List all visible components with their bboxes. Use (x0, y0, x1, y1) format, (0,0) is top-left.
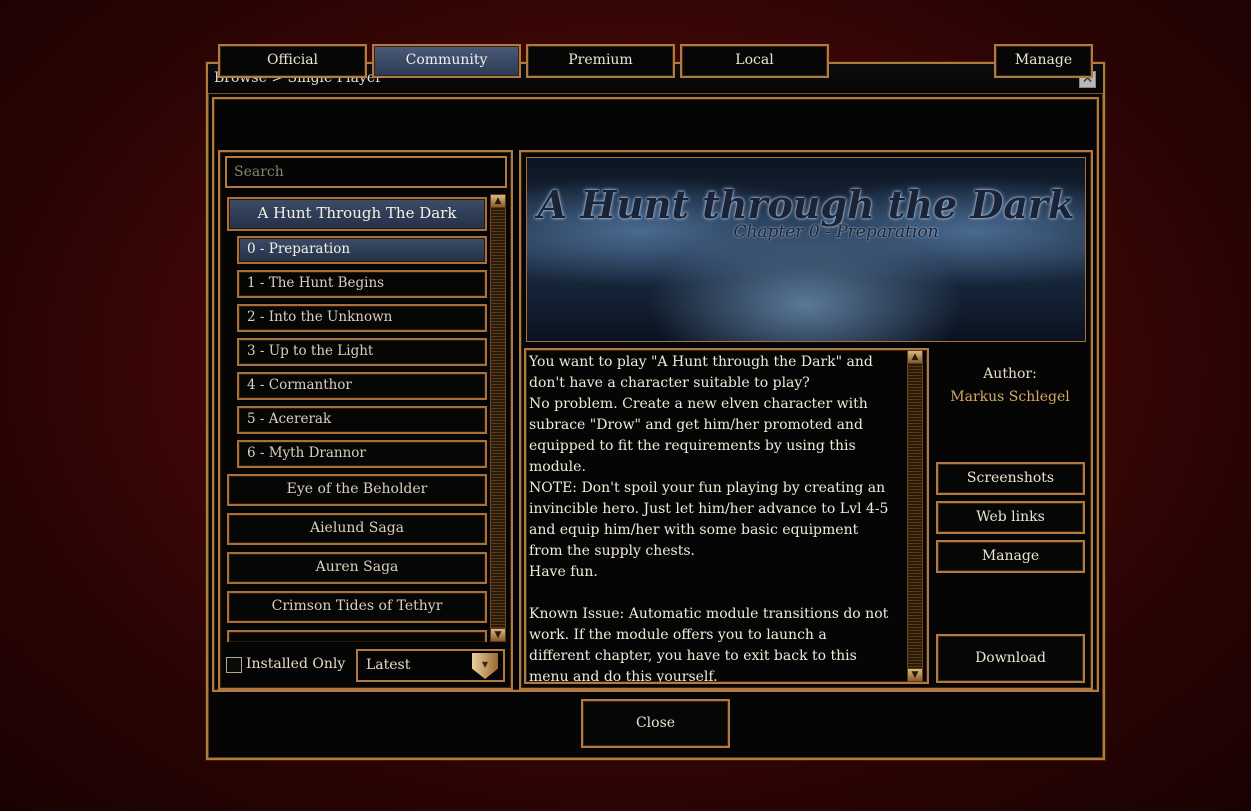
installed-only-checkbox[interactable] (226, 657, 242, 673)
banner-title: A Hunt through the Dark (537, 182, 1075, 227)
tab-community[interactable]: Community (372, 44, 521, 78)
search-input[interactable]: Search (225, 156, 507, 188)
sort-value: Latest (366, 657, 411, 673)
scroll-up-icon[interactable]: ▲ (490, 194, 506, 208)
scroll-down-icon[interactable]: ▼ (907, 668, 923, 682)
tab-local[interactable]: Local (680, 44, 829, 78)
manage-tab-button[interactable]: Manage (994, 44, 1093, 78)
chapter-item[interactable]: 1 - The Hunt Begins (237, 270, 487, 298)
description-text: You want to play "A Hunt through the Dar… (529, 354, 889, 684)
list-item[interactable]: Auren Saga (227, 552, 487, 584)
author-name: Markus Schlegel (950, 389, 1070, 405)
author-label: Author: (983, 366, 1037, 382)
sort-dropdown[interactable]: Latest ▾ (356, 649, 505, 682)
screenshots-button[interactable]: Screenshots (936, 462, 1085, 495)
chapter-item[interactable]: 5 - Acererak (237, 406, 487, 434)
scroll-down-icon[interactable]: ▼ (490, 628, 506, 642)
chapter-item[interactable]: 2 - Into the Unknown (237, 304, 487, 332)
chapter-item[interactable]: 6 - Myth Drannor (237, 440, 487, 468)
tab-official[interactable]: Official (218, 44, 367, 78)
scroll-up-icon[interactable]: ▲ (907, 350, 923, 364)
description-scrollbar[interactable]: ▲ ▼ (907, 350, 923, 682)
scroll-track[interactable] (907, 364, 923, 668)
manage-button[interactable]: Manage (936, 540, 1085, 573)
list-item-selected-campaign[interactable]: A Hunt Through The Dark (227, 197, 487, 231)
scroll-track[interactable] (490, 208, 506, 628)
description-box: You want to play "A Hunt through the Dar… (524, 348, 929, 684)
list-item[interactable]: Crimson Tides of Tethyr (227, 591, 487, 623)
installed-only-label: Installed Only (246, 656, 346, 672)
web-links-button[interactable]: Web links (936, 501, 1085, 534)
banner-subtitle: Chapter 0 - Preparation (733, 222, 939, 242)
chapter-item[interactable]: 4 - Cormanthor (237, 372, 487, 400)
module-banner-image: A Hunt through the Dark Chapter 0 - Prep… (526, 157, 1086, 342)
list-item-partial[interactable] (227, 630, 487, 642)
download-button[interactable]: Download (936, 634, 1085, 683)
module-list-scrollbar[interactable]: ▲ ▼ (490, 194, 506, 642)
close-button[interactable]: Close (581, 699, 730, 748)
shield-icon[interactable]: ▾ (472, 653, 498, 679)
list-item[interactable]: Eye of the Beholder (227, 474, 487, 506)
list-item[interactable]: Aielund Saga (227, 513, 487, 545)
chapter-item[interactable]: 0 - Preparation (237, 236, 487, 264)
tab-premium[interactable]: Premium (526, 44, 675, 78)
chapter-item[interactable]: 3 - Up to the Light (237, 338, 487, 366)
